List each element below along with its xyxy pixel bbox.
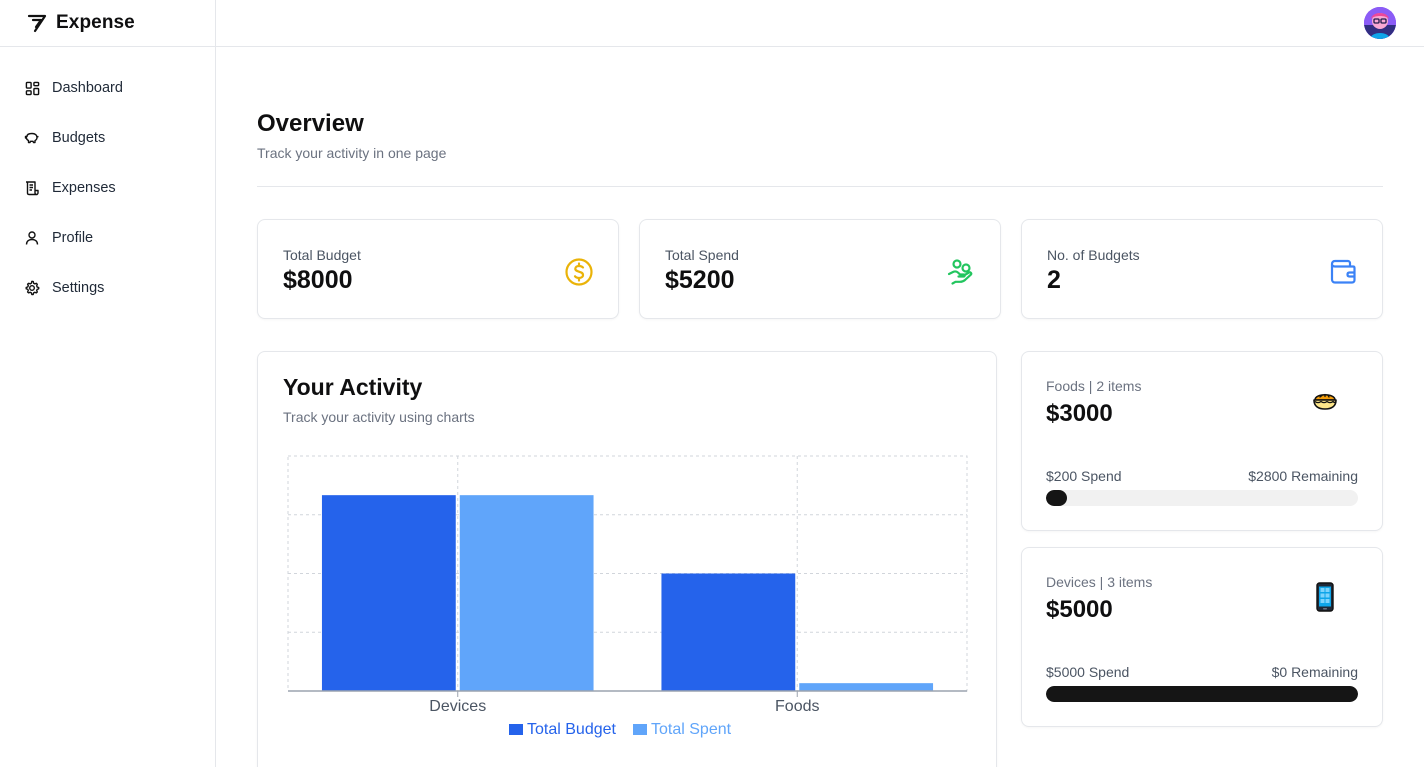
budget-card-devices[interactable]: Devices | 3 items $5000 $5000 Spend $0 R… (1021, 547, 1383, 727)
stat-label: Total Budget (283, 247, 361, 263)
page-title: Overview (257, 110, 364, 137)
chart-legend-label: Total Spent (651, 721, 732, 738)
budget-spend: $5000 Spend (1046, 664, 1130, 680)
dashboard-icon (24, 80, 40, 96)
sidebar-item-label: Profile (52, 230, 94, 246)
sidebar-item-label: Dashboard (52, 80, 123, 96)
budget-name: Devices | 3 items (1046, 574, 1153, 590)
activity-title: Your Activity (283, 374, 423, 400)
sidebar-item-label: Settings (52, 280, 105, 296)
stat-label: Total Spend (665, 247, 739, 263)
chart-legend-label: Total Budget (527, 721, 617, 738)
stat-card-total-spend: Total Spend $5200 (639, 219, 1001, 319)
app-name: Expense (56, 12, 135, 33)
chart-bar (459, 495, 594, 691)
sidebar-item-budgets[interactable]: Budgets (0, 113, 215, 163)
chart-bar (321, 495, 456, 691)
wallet-icon (1328, 257, 1358, 287)
hand-coins-icon (946, 257, 976, 287)
stat-card-total-budget: Total Budget $8000 (257, 219, 619, 319)
mobile-phone-icon (1310, 582, 1340, 612)
sidebar-nav: Dashboard Budgets Expenses Profile Setti… (0, 47, 215, 313)
stat-value: $8000 (283, 266, 353, 294)
sidebar-item-label: Expenses (52, 180, 116, 196)
sidebar-item-expenses[interactable]: Expenses (0, 163, 215, 213)
budget-remaining: $2800 Remaining (1248, 468, 1358, 484)
budget-progress-track (1046, 686, 1358, 702)
brand[interactable]: Expense (0, 0, 215, 47)
chart-legend-swatch (509, 724, 523, 735)
receipt-icon (24, 180, 40, 196)
budget-card-foods[interactable]: Foods | 2 items $3000 $200 Spend $2800 R… (1021, 351, 1383, 531)
stat-card-no-of-budgets: No. of Budgets 2 (1021, 219, 1383, 319)
chart-legend-swatch (633, 724, 647, 735)
budget-progress-fill (1046, 686, 1358, 702)
user-icon (24, 230, 40, 246)
chart-tick-label: Foods (775, 698, 819, 715)
chart-bar (661, 573, 796, 691)
stat-value: 2 (1047, 266, 1061, 294)
activity-subtitle: Track your activity using charts (283, 409, 475, 425)
user-avatar[interactable] (1364, 7, 1396, 39)
budget-progress-fill (1046, 490, 1067, 506)
chart-bar (799, 683, 934, 691)
activity-card: Your Activity Track your activity using … (257, 351, 997, 767)
pie-icon (1310, 386, 1340, 416)
dollar-coin-icon (564, 257, 594, 287)
stat-label: No. of Budgets (1047, 247, 1140, 263)
chart-tick-label: Devices (429, 698, 486, 715)
sidebar-item-dashboard[interactable]: Dashboard (0, 63, 215, 113)
budget-amount: $5000 (1046, 596, 1113, 623)
page-subtitle: Track your activity in one page (257, 145, 447, 161)
budget-name: Foods | 2 items (1046, 378, 1142, 394)
budget-amount: $3000 (1046, 400, 1113, 427)
sidebar-item-settings[interactable]: Settings (0, 263, 215, 313)
divider (257, 186, 1383, 187)
activity-bar-chart: Devices Foods Total Budget Total Spent (287, 455, 968, 738)
budget-spend: $200 Spend (1046, 468, 1122, 484)
sidebar: Expense Dashboard Budgets Expenses Profi… (0, 0, 216, 767)
stat-value: $5200 (665, 266, 735, 294)
gear-icon (24, 280, 40, 296)
sidebar-item-label: Budgets (52, 130, 106, 146)
topbar (216, 0, 1424, 47)
logo-icon (27, 13, 47, 33)
budget-progress-track (1046, 490, 1358, 506)
piggy-bank-icon (24, 130, 40, 146)
budget-remaining: $0 Remaining (1271, 664, 1358, 680)
sidebar-item-profile[interactable]: Profile (0, 213, 215, 263)
